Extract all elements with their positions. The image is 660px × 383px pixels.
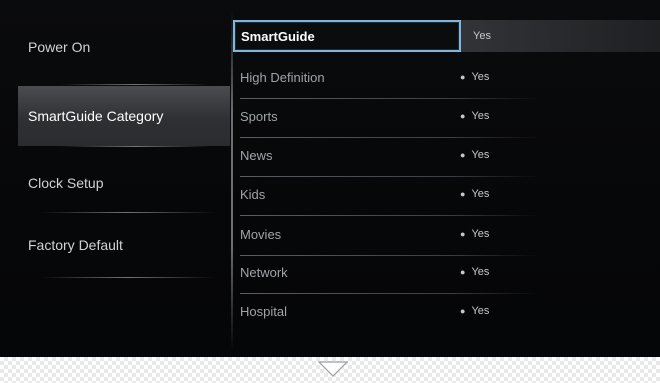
value-text: Yes (471, 305, 490, 317)
bullet-icon: ● (460, 189, 466, 199)
list-item-hospital[interactable]: Hospital ● Yes (240, 295, 660, 333)
list-item-value: ● Yes (460, 256, 489, 288)
list-item-label: Movies (240, 226, 282, 242)
bullet-icon: ● (460, 150, 466, 160)
panel-divider (231, 10, 233, 350)
list-item-label: Kids (240, 186, 266, 202)
menu-separator (60, 146, 210, 147)
row-separator (240, 98, 540, 99)
value-text: Yes (471, 228, 490, 240)
list-item-label: Hospital (240, 303, 287, 319)
value-text: Yes (471, 188, 490, 200)
bullet-icon: ● (460, 111, 466, 121)
menu-item-label: Power On (28, 39, 91, 55)
menu-item-power-on[interactable]: Power On (18, 28, 228, 66)
value-text: Yes (471, 110, 490, 122)
row-separator (240, 137, 540, 138)
row-separator (240, 293, 540, 294)
list-item-value: ● Yes (460, 295, 489, 327)
list-item-value: ● Yes (460, 218, 489, 250)
tv-settings-screen: Power On SmartGuide Category Clock Setup… (0, 0, 660, 357)
menu-item-clock-setup[interactable]: Clock Setup (18, 164, 228, 202)
list-item-value: ● Yes (460, 178, 489, 210)
list-item-value: Yes (473, 20, 491, 52)
list-item-sports[interactable]: Sports ● Yes (240, 100, 660, 138)
menu-item-factory-default[interactable]: Factory Default (18, 226, 228, 264)
value-text: Yes (471, 71, 490, 83)
list-item-label: News (240, 147, 273, 163)
menu-item-label: SmartGuide Category (28, 108, 164, 124)
bullet-icon: ● (460, 267, 466, 277)
row-separator (240, 176, 540, 177)
list-item-kids[interactable]: Kids ● Yes (240, 178, 660, 216)
menu-item-smartguide-category[interactable]: SmartGuide Category (18, 86, 230, 146)
list-item-value: ● Yes (460, 139, 489, 171)
menu-separator (60, 84, 210, 85)
menu-item-label: Clock Setup (28, 175, 104, 191)
value-text: Yes (473, 30, 491, 42)
list-item-value: ● Yes (460, 61, 489, 93)
row-separator (240, 215, 540, 216)
bullet-icon: ● (460, 306, 466, 316)
list-item-label: SmartGuide (241, 28, 315, 44)
list-item-label: Network (240, 264, 288, 280)
list-item-label: High Definition (240, 69, 325, 85)
value-text: Yes (471, 149, 490, 161)
list-item-news[interactable]: News ● Yes (240, 139, 660, 177)
menu-item-label: Factory Default (28, 237, 123, 253)
menu-separator (40, 212, 215, 213)
list-item-value: ● Yes (460, 100, 489, 132)
list-item-network[interactable]: Network ● Yes (240, 256, 660, 294)
value-text: Yes (471, 266, 490, 278)
list-item-smartguide[interactable]: SmartGuide Yes (233, 20, 660, 58)
menu-separator (40, 277, 215, 278)
bullet-icon: ● (460, 72, 466, 82)
list-item-movies[interactable]: Movies ● Yes (240, 218, 660, 256)
chevron-down-icon[interactable] (318, 360, 348, 378)
bullet-icon: ● (460, 229, 466, 239)
list-item-high-definition[interactable]: High Definition ● Yes (240, 61, 660, 99)
list-item-label: Sports (240, 108, 278, 124)
